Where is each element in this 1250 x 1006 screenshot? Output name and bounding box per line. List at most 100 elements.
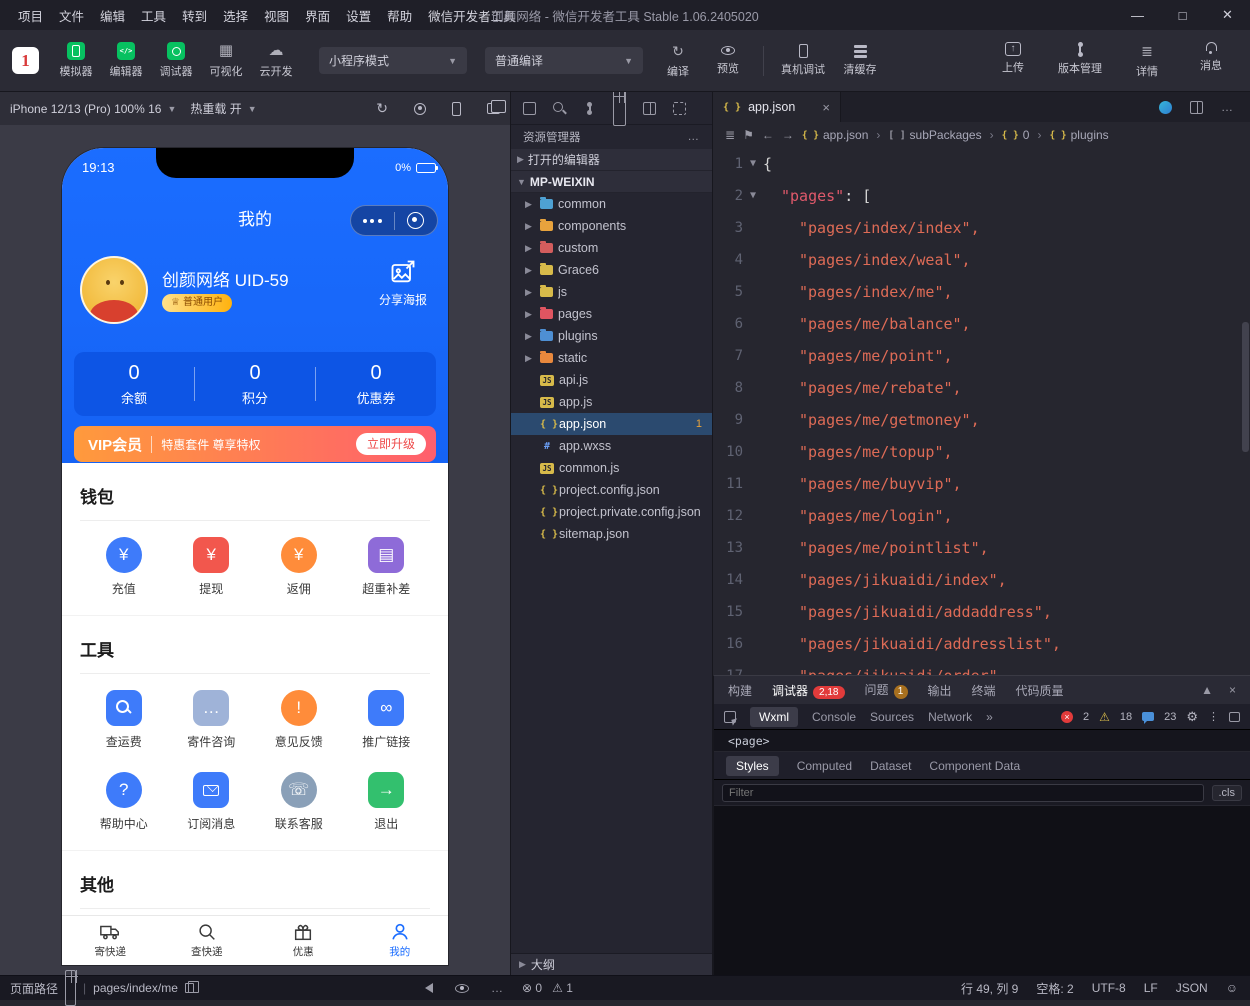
wallet-item-withdraw[interactable]: ¥ 提现 [168,537,256,597]
cls-button[interactable]: .cls [1212,785,1243,801]
extensions-icon[interactable] [613,90,626,126]
tool-item-subscribe[interactable]: 订阅消息 [168,772,256,832]
simulator-button[interactable]: 模拟器 [51,42,101,79]
close-button[interactable]: ✕ [1205,0,1250,30]
wallet-item-overweight[interactable]: ▤ 超重补差 [343,537,431,597]
page-selector-icon[interactable] [65,970,76,1006]
upload-button[interactable]: ↑ 上传 [988,42,1038,79]
version-manage-button[interactable]: 版本管理 [1052,42,1108,79]
tab-console[interactable]: Console [812,710,856,724]
compile-button[interactable]: ↻ 编译 [653,42,703,79]
tab-output[interactable]: 输出 [928,682,952,699]
back-icon[interactable]: ← [762,128,774,142]
warnings-status[interactable]: ⚠ 1 [552,981,573,995]
menu-goto[interactable]: 转到 [174,6,215,25]
close-panel-icon[interactable]: × [1229,683,1236,697]
menu-file[interactable]: 文件 [51,6,92,25]
menu-edit[interactable]: 编辑 [92,6,133,25]
menu-project[interactable]: 项目 [10,6,51,25]
folder-item-custom[interactable]: ▶custom [511,237,712,259]
inspect-element-icon[interactable] [724,711,736,723]
stat-coupons[interactable]: 0 优惠券 [316,362,436,407]
vip-banner[interactable]: VIP会员 特惠套件 尊享特权 立即升级 [74,426,436,462]
eol[interactable]: LF [1144,981,1158,995]
editor-more-icon[interactable]: … [1221,100,1234,114]
menu-settings[interactable]: 设置 [338,6,379,25]
more-tabs-icon[interactable]: » [986,710,993,724]
cloud-dev-button[interactable]: ☁ 云开发 [251,42,301,79]
language-mode[interactable]: JSON [1176,981,1208,995]
folder-item-plugins[interactable]: ▶plugins [511,325,712,347]
tab-track-express[interactable]: 查快递 [159,916,256,965]
file-item-app-js[interactable]: JSapp.js [511,391,712,413]
crumb-subpackages[interactable]: [ ]subPackages [888,128,981,142]
maximize-button[interactable]: □ [1160,0,1205,30]
project-root[interactable]: ▼ MP-WEIXIN [511,171,712,193]
compile-mode-dropdown[interactable]: 普通编译 ▼ [485,47,643,74]
tab-dataset[interactable]: Dataset [870,759,911,773]
editor-button[interactable]: </> 编辑器 [101,42,151,79]
search-icon[interactable] [553,102,566,115]
element-tag[interactable]: <page> [728,734,770,748]
upgrade-button[interactable]: 立即升级 [356,433,426,455]
devtools-settings-icon[interactable]: ⚙ [1186,709,1198,725]
collapse-panel-icon[interactable]: ▲ [1201,683,1213,697]
tab-debugger[interactable]: 调试器2,18 [772,682,844,699]
tool-item-consult[interactable]: … 寄件咨询 [168,690,256,750]
menu-tools[interactable]: 工具 [133,6,174,25]
refresh-icon[interactable]: ↻ [376,100,388,117]
sync-status-icon[interactable] [1159,101,1172,114]
hot-reload-toggle[interactable]: 热重载 开 ▼ [190,100,256,117]
folder-item-static[interactable]: ▶static [511,347,712,369]
outline-list-icon[interactable]: ≣ [725,128,735,142]
details-button[interactable]: ≣ 详情 [1122,42,1172,79]
folder-item-common[interactable]: ▶common [511,193,712,215]
tool-item-promo-link[interactable]: ∞ 推广链接 [343,690,431,750]
open-editors-section[interactable]: ▶ 打开的编辑器 [511,149,712,171]
mode-dropdown[interactable]: 小程序模式 ▼ [319,47,467,74]
stat-points[interactable]: 0 积分 [195,362,315,407]
tab-network[interactable]: Network [928,710,972,724]
fold-icon[interactable]: ▼ [743,180,763,212]
tool-item-service[interactable]: ☏ 联系客服 [255,772,343,832]
tab-styles[interactable]: Styles [726,756,779,776]
page-path-label[interactable]: 页面路径 [10,980,58,997]
errors-status[interactable]: ⊗ 0 [522,981,542,995]
dock-side-icon[interactable] [1229,712,1240,722]
stat-balance[interactable]: 0 余额 [74,362,194,407]
minimize-button[interactable]: — [1115,0,1160,30]
tab-send-express[interactable]: 寄快递 [62,916,159,965]
tab-code-quality[interactable]: 代码质量 [1016,682,1064,699]
detach-window-icon[interactable] [487,103,500,114]
file-item-common-js[interactable]: JScommon.js [511,457,712,479]
share-poster-button[interactable]: 分享海报 [372,258,434,308]
indentation[interactable]: 空格: 2 [1036,980,1073,997]
tool-item-help[interactable]: ? 帮助中心 [80,772,168,832]
menu-view[interactable]: 视图 [256,6,297,25]
menu-help[interactable]: 帮助 [379,6,420,25]
menu-interface[interactable]: 界面 [297,6,338,25]
debugger-button[interactable]: 调试器 [151,42,201,79]
file-item-app-json[interactable]: { }app.json1 [511,413,712,435]
file-item-sitemap-json[interactable]: { }sitemap.json [511,523,712,545]
tab-problems[interactable]: 问题1 [865,681,908,699]
file-item-api-js[interactable]: JSapi.js [511,369,712,391]
more-actions-icon[interactable]: … [688,131,701,143]
preview-button[interactable]: 预览 [703,46,753,76]
page-path-value[interactable]: pages/index/me [93,981,178,995]
preview-panel-icon[interactable] [673,102,686,115]
device-selector[interactable]: iPhone 12/13 (Pro) 100% 16 ▼ [10,102,176,116]
wallet-item-rebate[interactable]: ¥ 返佣 [255,537,343,597]
crumb-0[interactable]: { }0 [1002,128,1030,142]
tab-app-json[interactable]: { } app.json × [713,92,841,122]
copy-icon[interactable] [185,983,194,993]
crumb-app-json[interactable]: { }app.json [802,128,869,142]
devtools-more-icon[interactable]: ⋮ [1208,710,1219,723]
editor-scrollbar[interactable] [1242,322,1249,452]
file-item-app-wxss[interactable]: #app.wxss [511,435,712,457]
remote-debug-button[interactable]: 真机调试 [774,44,832,77]
tab-terminal[interactable]: 终端 [972,682,996,699]
mute-icon[interactable] [425,983,433,993]
clear-cache-button[interactable]: 清缓存 [832,45,888,77]
close-tab-icon[interactable]: × [822,100,830,115]
